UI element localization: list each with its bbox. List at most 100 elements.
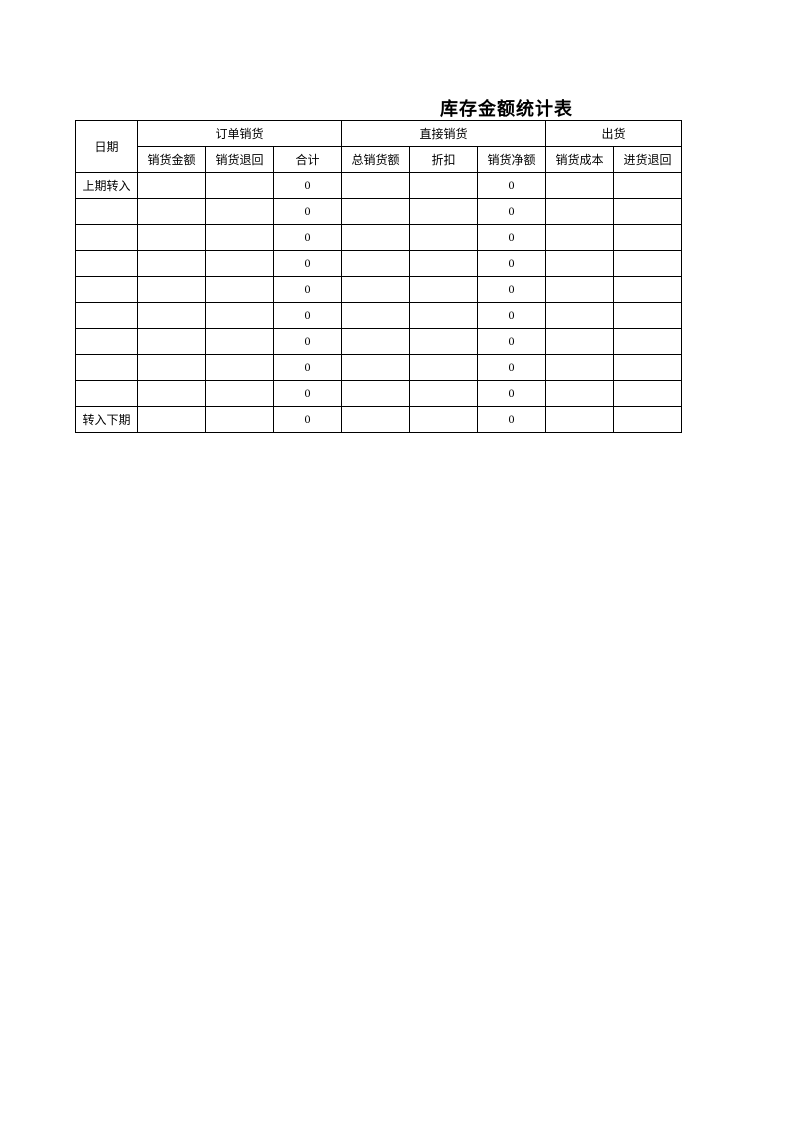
cell — [614, 381, 682, 407]
cell: 0 — [478, 355, 546, 381]
cell — [546, 381, 614, 407]
cell — [410, 173, 478, 199]
cell — [138, 199, 206, 225]
cell — [342, 329, 410, 355]
cell — [342, 251, 410, 277]
cell-date — [76, 277, 138, 303]
cell — [410, 407, 478, 433]
cell: 0 — [478, 277, 546, 303]
cell — [614, 225, 682, 251]
cell — [342, 355, 410, 381]
cell: 0 — [274, 173, 342, 199]
cell-date: 上期转入 — [76, 173, 138, 199]
cell — [546, 173, 614, 199]
cell-date — [76, 329, 138, 355]
cell — [342, 303, 410, 329]
page-title: 库存金额统计表 — [440, 99, 573, 119]
cell — [138, 303, 206, 329]
table-row: 0 0 — [76, 381, 682, 407]
cell — [206, 225, 274, 251]
header-group-order-sales: 订单销货 — [138, 121, 342, 147]
header-discount: 折扣 — [410, 147, 478, 173]
header-purchase-return: 进货退回 — [614, 147, 682, 173]
table-row: 0 0 — [76, 303, 682, 329]
cell — [546, 355, 614, 381]
table-row: 0 0 — [76, 355, 682, 381]
cell — [546, 225, 614, 251]
cell — [546, 303, 614, 329]
page: 库存金额统计表 日期 订单销货 直接销货 出货 销货金额 销货退回 合计 总销货… — [0, 0, 793, 1122]
cell — [206, 251, 274, 277]
cell — [138, 381, 206, 407]
cell — [342, 173, 410, 199]
header-group-shipment: 出货 — [546, 121, 682, 147]
cell: 0 — [478, 173, 546, 199]
cell-date: 转入下期 — [76, 407, 138, 433]
cell: 0 — [274, 225, 342, 251]
cell — [614, 355, 682, 381]
cell — [546, 407, 614, 433]
cell — [410, 355, 478, 381]
cell: 0 — [274, 329, 342, 355]
cell-date — [76, 303, 138, 329]
cell — [546, 251, 614, 277]
cell — [410, 303, 478, 329]
cell — [138, 355, 206, 381]
header-date: 日期 — [76, 121, 138, 173]
cell: 0 — [274, 407, 342, 433]
header-total: 合计 — [274, 147, 342, 173]
cell — [614, 277, 682, 303]
table-header-row-1: 日期 订单销货 直接销货 出货 — [76, 121, 682, 147]
cell — [206, 303, 274, 329]
cell: 0 — [274, 381, 342, 407]
cell — [342, 407, 410, 433]
cell — [138, 173, 206, 199]
cell — [206, 329, 274, 355]
cell — [410, 381, 478, 407]
cell — [410, 225, 478, 251]
cell — [206, 407, 274, 433]
cell: 0 — [478, 303, 546, 329]
header-net-sales: 销货净额 — [478, 147, 546, 173]
cell: 0 — [478, 199, 546, 225]
cell — [410, 277, 478, 303]
cell — [342, 199, 410, 225]
cell: 0 — [478, 407, 546, 433]
cell — [410, 329, 478, 355]
table-row: 0 0 — [76, 199, 682, 225]
table-body: 上期转入 0 0 0 0 — [76, 173, 682, 433]
cell — [614, 329, 682, 355]
cell — [546, 199, 614, 225]
cell — [138, 251, 206, 277]
cell-date — [76, 251, 138, 277]
cell-date — [76, 199, 138, 225]
cell-date — [76, 225, 138, 251]
table-row: 0 0 — [76, 277, 682, 303]
table-row: 0 0 — [76, 251, 682, 277]
cell — [138, 407, 206, 433]
cell: 0 — [478, 251, 546, 277]
table-row: 0 0 — [76, 225, 682, 251]
cell — [138, 277, 206, 303]
cell: 0 — [274, 277, 342, 303]
cell — [614, 407, 682, 433]
cell — [206, 381, 274, 407]
cell — [342, 277, 410, 303]
cell — [342, 381, 410, 407]
cell — [206, 355, 274, 381]
cell — [206, 277, 274, 303]
cell — [614, 199, 682, 225]
cell — [410, 251, 478, 277]
inventory-table: 日期 订单销货 直接销货 出货 销货金额 销货退回 合计 总销货额 折扣 销货净… — [75, 120, 682, 433]
cell: 0 — [274, 355, 342, 381]
cell — [614, 173, 682, 199]
cell — [614, 251, 682, 277]
header-sales-return: 销货退回 — [206, 147, 274, 173]
cell — [206, 173, 274, 199]
table-row: 上期转入 0 0 — [76, 173, 682, 199]
cell — [206, 199, 274, 225]
cell — [138, 225, 206, 251]
cell — [546, 277, 614, 303]
table-row: 0 0 — [76, 329, 682, 355]
cell — [546, 329, 614, 355]
